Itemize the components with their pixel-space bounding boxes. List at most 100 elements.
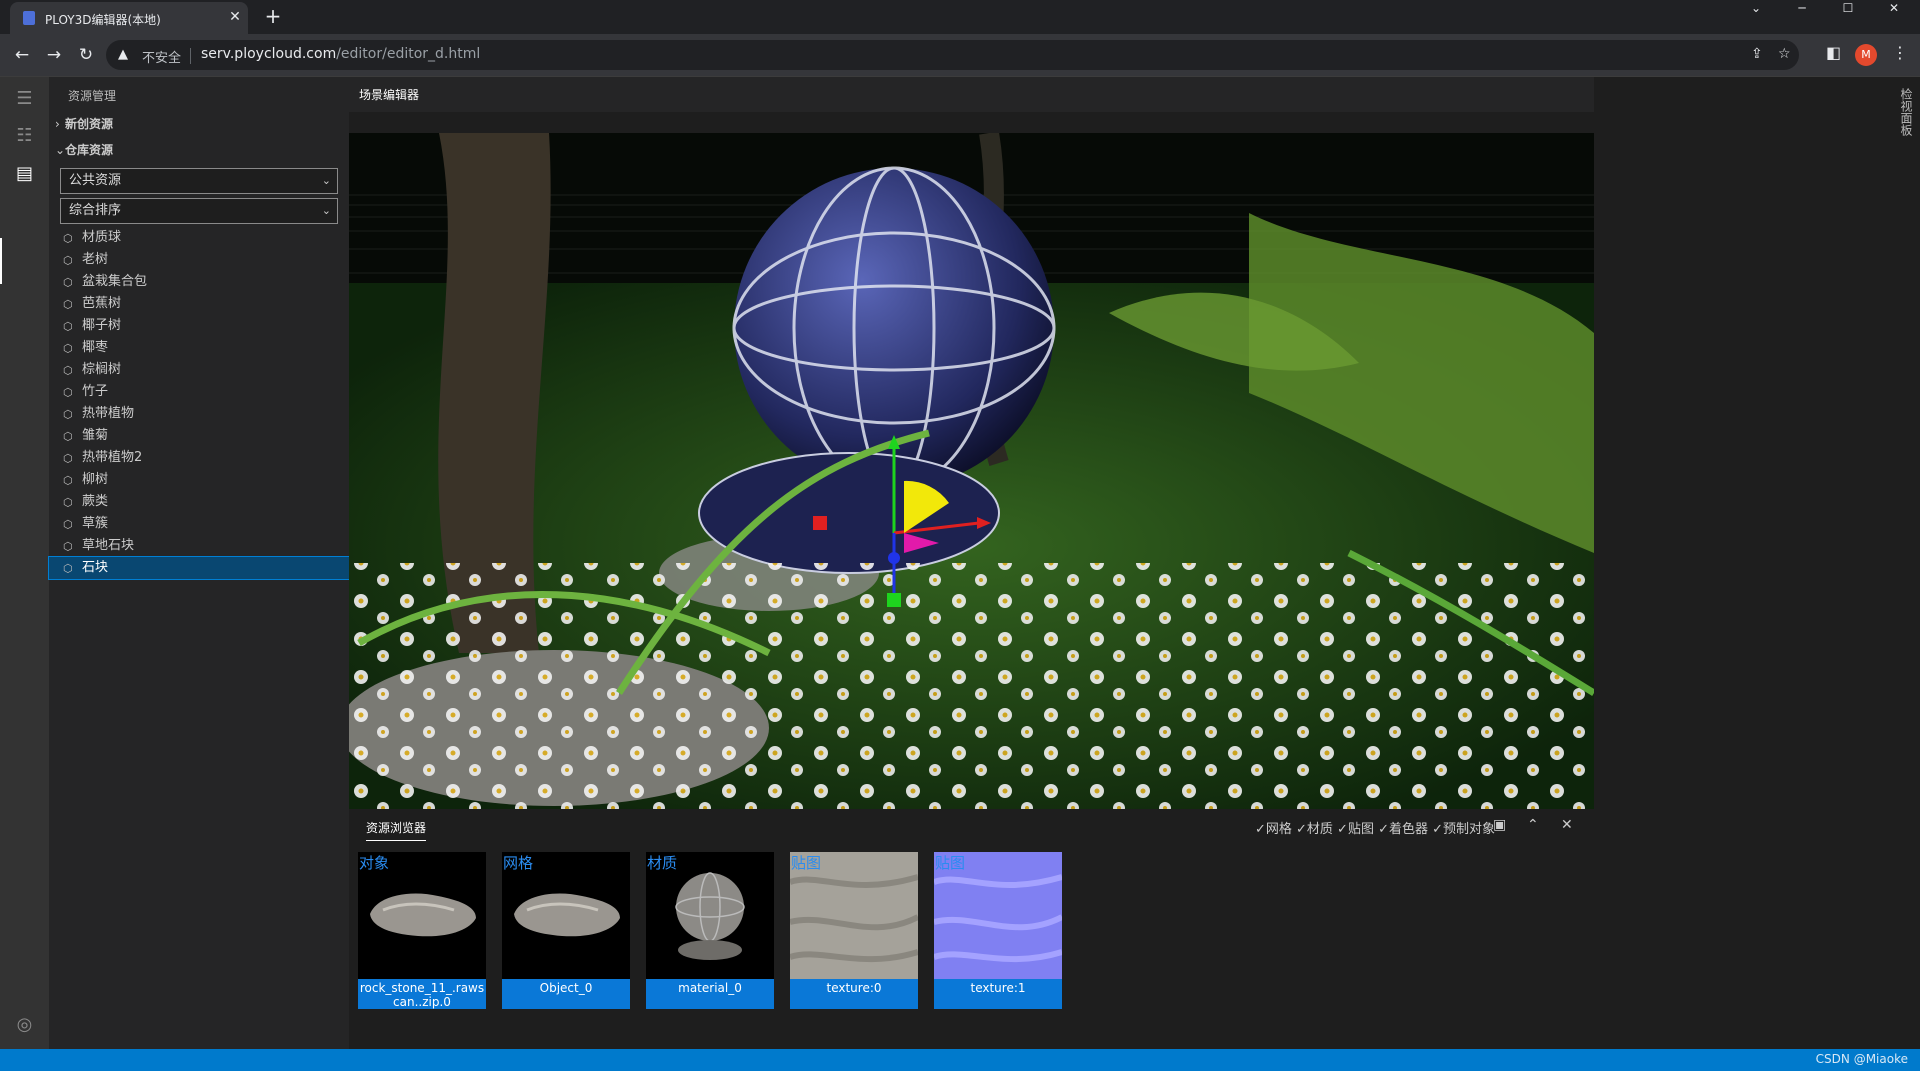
forward-icon[interactable]: →: [42, 43, 66, 67]
asset-item[interactable]: ⬡ 热带植物2: [49, 447, 349, 469]
close-icon[interactable]: ✕: [1561, 817, 1573, 833]
save-icon[interactable]: ▣: [1493, 817, 1506, 833]
asset-item[interactable]: ⬡ 石块: [48, 556, 350, 580]
tab-search-icon[interactable]: ⌄: [1733, 0, 1779, 20]
cube-icon: ⬡: [63, 298, 73, 311]
cube-icon: ⬡: [63, 342, 73, 355]
asset-card-object[interactable]: 对象 rock_stone_11_.rawscan..zip.0: [358, 852, 486, 1009]
back-icon[interactable]: ←: [10, 43, 34, 67]
cube-icon: ⬡: [63, 496, 73, 509]
url-text[interactable]: serv.ploycloud.com/editor/editor_d.html: [201, 46, 480, 62]
asset-item-label: 草簇: [82, 516, 109, 531]
asset-type-label: 网格: [503, 854, 534, 872]
new-tab-button[interactable]: +: [262, 5, 284, 27]
asset-browser-panel: 资源浏览器 ✓网格 ✓材质 ✓贴图 ✓着色器 ✓预制对象 ▣ ⌃ ✕ 对象 ro…: [349, 809, 1594, 1049]
asset-item[interactable]: ⬡ 柳树: [49, 469, 349, 491]
security-label[interactable]: 不安全: [142, 47, 181, 66]
cube-icon: ⬡: [63, 320, 73, 333]
warning-icon[interactable]: ▲: [118, 47, 128, 62]
status-bar: CSDN @Miaoke: [0, 1049, 1920, 1071]
asset-card-mesh[interactable]: 网格 Object_0: [502, 852, 630, 1009]
chevron-down-icon: ⌄: [55, 143, 66, 157]
browser-tab[interactable]: PLOY3D编辑器(本地) ✕: [10, 2, 248, 34]
scene-viewport[interactable]: [349, 133, 1594, 809]
cube-icon: ⬡: [63, 408, 73, 421]
side-panel-icon[interactable]: ◧: [1826, 43, 1841, 62]
cube-icon: ⬡: [63, 232, 73, 245]
browser-tab-strip: PLOY3D编辑器(本地) ✕ + ⌄ ─ ☐ ✕: [0, 0, 1920, 34]
asset-card-texture-1[interactable]: 贴图 texture:1: [934, 852, 1062, 1009]
cube-icon: ⬡: [63, 540, 73, 553]
source-select[interactable]: 公共资源 ⌄: [60, 168, 338, 194]
asset-card-texture-0[interactable]: 贴图 texture:0: [790, 852, 918, 1009]
maximize-icon[interactable]: ☐: [1825, 0, 1871, 20]
menu-icon[interactable]: ☰: [12, 86, 37, 111]
asset-type-label: 对象: [359, 854, 390, 872]
asset-item-label: 芭蕉树: [82, 296, 122, 311]
asset-item-label: 草地石块: [82, 538, 135, 553]
chevron-down-icon: ⌄: [321, 204, 331, 217]
asset-item[interactable]: ⬡ 热带植物: [49, 403, 349, 425]
asset-list: ⬡ 材质球 ⬡ 老树 ⬡ 盆栽集合包 ⬡ 芭蕉树 ⬡ 椰子树 ⬡ 椰枣 ⬡ 棕榈树 ⬡ 竹子 ⬡ 热带植物 ⬡ 雏菊 ⬡…: [48, 227, 350, 580]
editor-tab-bar: 场景编辑器: [349, 77, 1594, 112]
asset-item[interactable]: ⬡ 蕨类: [49, 491, 349, 513]
section-label: 新创资源: [65, 117, 114, 131]
bookmark-star-icon[interactable]: ☆: [1778, 46, 1791, 62]
asset-item-label: 老树: [82, 252, 109, 267]
tab-close-icon[interactable]: ✕: [226, 8, 244, 26]
browser-toolbar: ← → ↻ ▲ 不安全 serv.ploycloud.com/editor/ed…: [0, 34, 1920, 76]
asset-item[interactable]: ⬡ 椰子树: [49, 315, 349, 337]
scene-tree-icon[interactable]: ☷: [12, 123, 37, 148]
asset-item[interactable]: ⬡ 竹子: [49, 381, 349, 403]
asset-item[interactable]: ⬡ 材质球: [49, 227, 349, 249]
source-select-value: 公共资源: [69, 173, 122, 188]
asset-name: texture:0: [790, 979, 918, 1009]
cube-icon: ⬡: [63, 386, 73, 399]
reload-icon[interactable]: ↻: [74, 43, 98, 67]
asset-item[interactable]: ⬡ 草簇: [49, 513, 349, 535]
asset-item-label: 热带植物: [82, 406, 135, 421]
asset-type-filters[interactable]: ✓网格 ✓材质 ✓贴图 ✓着色器 ✓预制对象: [1255, 818, 1495, 837]
tab-inspector[interactable]: 检视面板: [1892, 77, 1920, 147]
address-bar[interactable]: ▲ 不安全 serv.ploycloud.com/editor/editor_d…: [106, 40, 1799, 70]
asset-item[interactable]: ⬡ 棕榈树: [49, 359, 349, 381]
asset-item-label: 椰子树: [82, 318, 122, 333]
tab-title: PLOY3D编辑器(本地): [45, 13, 161, 27]
asset-type-label: 贴图: [791, 854, 822, 872]
activity-bar: ☰ ☷ ▤ ◎: [0, 77, 49, 1049]
resource-manager-icon[interactable]: ▤: [12, 161, 37, 186]
watermark-text: CSDN @Miaoke: [1815, 1052, 1908, 1066]
section-new-resources[interactable]: › 新创资源: [49, 113, 349, 135]
asset-item[interactable]: ⬡ 芭蕉树: [49, 293, 349, 315]
asset-card-material[interactable]: 材质 material_0: [646, 852, 774, 1009]
asset-item[interactable]: ⬡ 老树: [49, 249, 349, 271]
asset-name: rock_stone_11_.rawscan..zip.0: [358, 979, 486, 1009]
asset-item-label: 椰枣: [82, 340, 109, 355]
scene-render: [349, 133, 1594, 809]
cube-icon: ⬡: [63, 518, 73, 531]
section-repository-resources[interactable]: ⌄仓库资源: [49, 139, 349, 161]
asset-item-label: 热带植物2: [82, 450, 143, 465]
asset-item[interactable]: ⬡ 盆栽集合包: [49, 271, 349, 293]
tab-asset-browser[interactable]: 资源浏览器: [366, 819, 427, 841]
chevron-up-icon[interactable]: ⌃: [1527, 817, 1539, 833]
cube-icon: ⬡: [63, 474, 73, 487]
sort-select[interactable]: 综合排序 ⌄: [60, 198, 338, 224]
tab-scene-editor[interactable]: 场景编辑器: [359, 86, 419, 103]
asset-item[interactable]: ⬡ 雏菊: [49, 425, 349, 447]
asset-item-label: 蕨类: [82, 494, 109, 509]
kebab-menu-icon[interactable]: ⋮: [1892, 43, 1908, 62]
divider: [190, 48, 191, 64]
asset-item[interactable]: ⬡ 草地石块: [49, 535, 349, 557]
account-icon[interactable]: ◎: [12, 1012, 37, 1037]
cube-icon: ⬡: [63, 276, 73, 289]
minimize-icon[interactable]: ─: [1779, 0, 1825, 20]
active-indicator: [0, 238, 2, 284]
close-window-icon[interactable]: ✕: [1871, 0, 1917, 20]
cube-icon: ⬡: [63, 254, 73, 267]
asset-item-label: 竹子: [82, 384, 109, 399]
share-icon[interactable]: ⇪: [1751, 46, 1763, 62]
resource-sidebar: 资源管理 › 新创资源 ⌄仓库资源 公共资源 ⌄ 综合排序 ⌄ ⬡ 材质球 ⬡ 老树 ⬡ 盆栽集…: [48, 77, 350, 1049]
asset-item[interactable]: ⬡ 椰枣: [49, 337, 349, 359]
profile-avatar[interactable]: M: [1855, 44, 1877, 66]
